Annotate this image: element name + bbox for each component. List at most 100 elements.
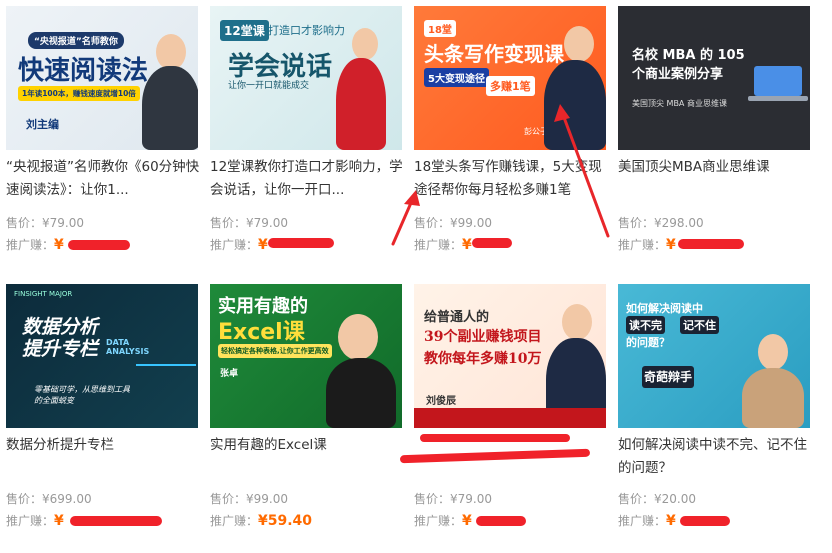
promo-value: ¥ [666,237,676,253]
price-value: ¥99.00 [246,492,289,506]
price-value: ¥298.00 [654,216,704,230]
course-card[interactable]: “央视报道”名师教你 快速阅读法 1年读100本，赚钱速度就增10倍 刘主编 “… [6,6,199,256]
price-label: 售价： [6,492,43,506]
price-value: ¥99.00 [450,216,493,230]
promo-label: 推广赚： [6,514,55,528]
redaction-mark [680,516,730,526]
price-label: 售价： [210,492,247,506]
promo-row: 推广赚：¥ [618,512,676,529]
promo-row: 推广赚：¥ [414,512,472,529]
promo-value: ¥59.40 [258,513,313,529]
thumb-subtitle: 轻松搞定各种表格,让你工作更高效 [218,344,332,358]
course-thumbnail[interactable]: 实用有趣的 Excel课 轻松搞定各种表格,让你工作更高效 张卓 [210,284,402,428]
thumb-headline-2: 39个副业赚钱项目 [424,329,542,345]
promo-value: ¥ [666,513,676,529]
redaction-mark [70,516,162,526]
promo-label: 推广赚： [210,238,259,252]
redaction-mark [268,238,334,248]
price-value: ¥79.00 [246,216,289,230]
thumb-subtitle: 1年读100本，赚钱速度就增10倍 [18,86,140,101]
course-title[interactable]: “央视报道”名师教你《60分钟快速阅读法》：让你1... [6,156,202,202]
promo-label: 推广赚： [414,514,463,528]
course-thumbnail[interactable]: 18堂 头条写作变现课 5大变现途径 多赚1笔 彭公子 [414,6,606,150]
price-row: 售价：¥99.00 [210,490,288,507]
thumb-subtitle: 美国顶尖 MBA 商业思维课 [632,99,727,108]
thumb-headline: 数据分析提升专栏 [22,316,99,360]
thumb-headline: 给普通人的 [424,310,490,325]
thumb-subtitle: 零基础可学，从思维到工具的全面蜕变 [34,385,130,405]
promo-label: 推广赚： [618,238,667,252]
price-value: ¥699.00 [42,492,92,506]
redaction-mark [68,240,130,250]
price-row: 售价：¥99.00 [414,214,492,231]
presenter-figure [326,358,396,428]
thumb-author: 张卓 [220,369,239,379]
thumb-headline: 名校 MBA 的 105 个商业案例分享 [632,48,745,82]
course-thumbnail[interactable]: FINSIGHT MAJOR 数据分析提升专栏 DATA ANALYSIS 零基… [6,284,198,428]
promo-label: 推广赚： [618,514,667,528]
promo-row: 推广赚：¥ [6,236,64,253]
course-card[interactable]: 给普通人的 39个副业赚钱项目 教你每年多赚10万 刘俊辰 售价：¥79.00 … [399,284,606,544]
laptop-icon [754,66,802,96]
course-thumbnail[interactable]: 名校 MBA 的 105 个商业案例分享 美国顶尖 MBA 商业思维课 [618,6,810,150]
presenter-figure [142,66,198,150]
price-label: 售价： [6,216,43,230]
promo-label: 推广赚： [6,238,55,252]
thumb-tag-2: 打造口才影响力 [268,24,345,37]
presenter-head [758,334,788,370]
promo-value: ¥ [462,237,472,253]
thumb-tag: FINSIGHT MAJOR [14,290,73,298]
redaction-mark [420,434,570,442]
thumb-highlight-2: 记不住 [680,316,719,334]
presenter-head [564,26,594,62]
course-grid: “央视报道”名师教你 快速阅读法 1年读100本，赚钱速度就增10倍 刘主编 “… [0,0,832,553]
promo-row: 推广赚：¥ [6,512,64,529]
course-card[interactable]: FINSIGHT MAJOR 数据分析提升专栏 DATA ANALYSIS 零基… [6,284,198,544]
course-card[interactable]: 12堂课 打造口才影响力 学会说话 让你一开口就能成交 12堂课教你打造口才影响… [210,6,403,256]
price-label: 售价： [414,492,451,506]
course-title[interactable]: 数据分析提升专栏 [6,434,202,480]
course-title[interactable]: 18堂头条写作赚钱课，5大变现途径帮你每月轻松多赚1笔 [414,156,610,202]
thumb-author: 刘俊辰 [426,396,456,407]
price-value: ¥79.00 [42,216,85,230]
course-thumbnail[interactable]: 12堂课 打造口才影响力 学会说话 让你一开口就能成交 [210,6,402,150]
course-title[interactable]: 美国顶尖MBA商业思维课 [618,156,814,202]
course-card[interactable]: 实用有趣的 Excel课 轻松搞定各种表格,让你工作更高效 张卓 实用有趣的Ex… [210,284,402,544]
redaction-mark [678,239,744,249]
thumb-headline: 快速阅读法 [18,56,149,86]
promo-label: 推广赚： [210,514,259,528]
course-card[interactable]: 18堂 头条写作变现课 5大变现途径 多赚1笔 彭公子 18堂头条写作赚钱课，5… [414,6,606,256]
course-thumbnail[interactable]: 如何解决阅读中 读不完 记不住 的问题？ 奇葩辩手 [618,284,810,428]
promo-label: 推广赚： [414,238,463,252]
banner-strip [414,408,606,428]
price-value: ¥20.00 [654,492,697,506]
course-thumbnail[interactable]: 给普通人的 39个副业赚钱项目 教你每年多赚10万 刘俊辰 [414,284,606,428]
thumb-badge-2: 多赚1笔 [486,76,535,96]
course-card[interactable]: 名校 MBA 的 105 个商业案例分享 美国顶尖 MBA 商业思维课 美国顶尖… [618,6,810,256]
promo-row: 推广赚：¥ [618,236,676,253]
thumb-headline: 头条写作变现课 [424,42,564,66]
price-label: 售价： [414,216,451,230]
price-row: 售价：¥79.00 [210,214,288,231]
thumb-headline-2: Excel课 [218,320,305,345]
course-thumbnail[interactable]: “央视报道”名师教你 快速阅读法 1年读100本，赚钱速度就增10倍 刘主编 [6,6,198,150]
course-title[interactable]: 如何解决阅读中读不完、记不住的问题？ [618,434,814,480]
thumb-badge: 奇葩辩手 [642,366,694,388]
price-row: 售价：¥79.00 [6,214,84,231]
course-title[interactable]: 12堂课教你打造口才影响力，学会说话，让你一开口... [210,156,406,202]
thumb-headline-3: 教你每年多赚10万 [424,351,542,367]
price-label: 售价： [618,492,655,506]
laptop-base-icon [748,96,808,101]
presenter-head [156,34,186,70]
presenter-figure [742,368,804,428]
course-title[interactable]: 实用有趣的Excel课 [210,434,406,480]
thumb-badge-1: 5大变现途径 [424,68,489,87]
presenter-figure [544,60,606,150]
promo-row: 推广赚：¥59.40 [210,512,312,529]
presenter-head [352,28,378,60]
redaction-mark [476,516,526,526]
redaction-mark [472,238,512,248]
course-card[interactable]: 如何解决阅读中 读不完 记不住 的问题？ 奇葩辩手 如何解决阅读中读不完、记不住… [618,284,810,544]
promo-value: ¥ [258,237,268,253]
promo-value: ¥ [462,513,472,529]
